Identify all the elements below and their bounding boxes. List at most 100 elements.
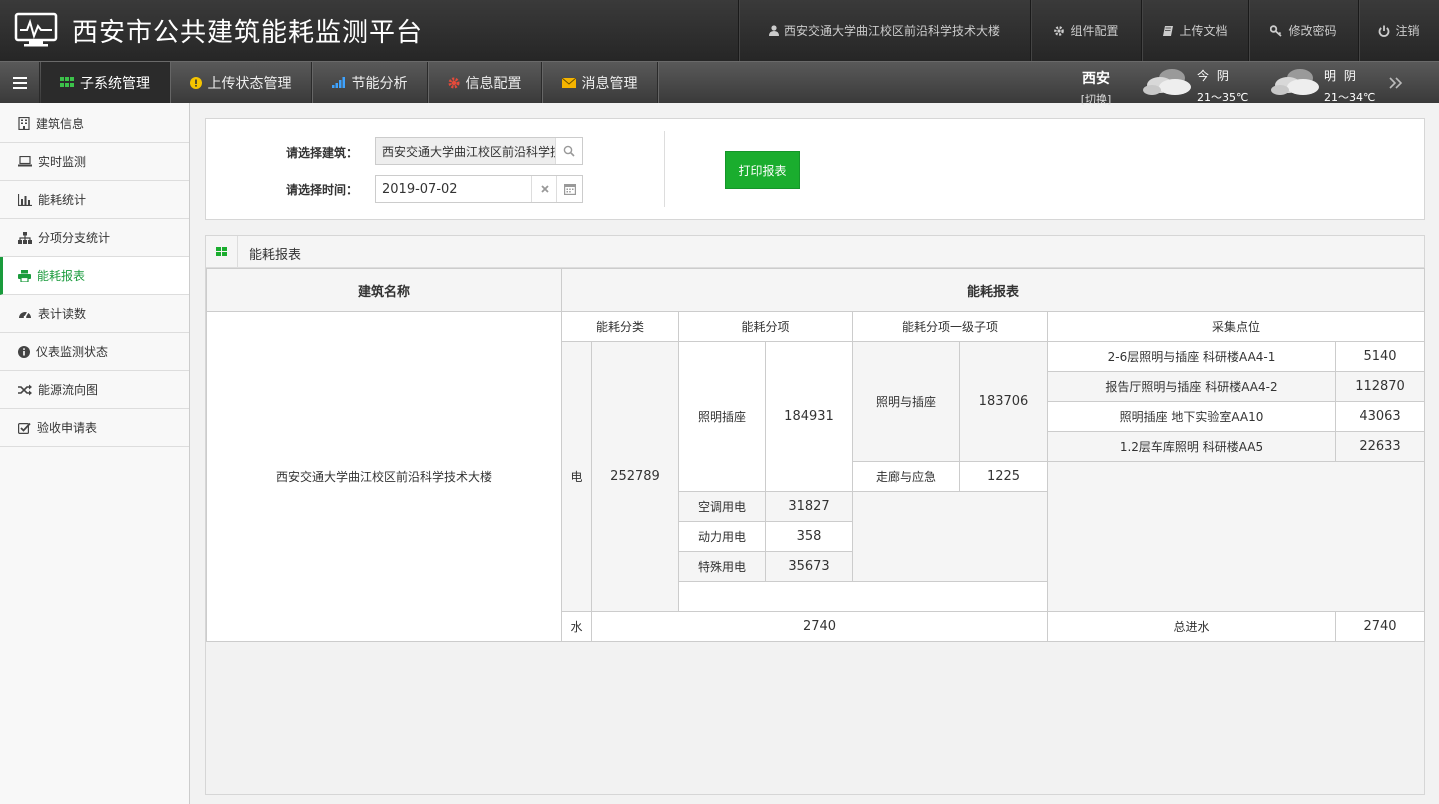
calendar-icon	[563, 184, 576, 195]
weather-today-temp: 21～35℃	[1197, 91, 1249, 104]
close-icon	[540, 185, 549, 193]
water-label: 水	[561, 611, 592, 642]
report-panel-header: 能耗报表	[206, 236, 1424, 268]
point-name: 照明插座 地下实验室AA10	[1047, 401, 1336, 432]
sidebar-item-label: 能耗报表	[37, 269, 86, 283]
date-input[interactable]	[376, 176, 530, 202]
component-config-label: 组件配置	[1070, 24, 1119, 38]
sidebar-item-meter-reading[interactable]: 表计读数	[0, 295, 189, 333]
laptop-icon	[18, 156, 32, 167]
date-picker[interactable]	[375, 175, 583, 203]
grid-icon	[216, 247, 227, 256]
point-value: 22633	[1334, 431, 1426, 462]
tab-info-config[interactable]: 信息配置	[428, 62, 542, 103]
main-menu-bar: 子系统管理 上传状态管理 节能分析 信息配置 消息管理 西安 [切换] 今 阴 …	[0, 61, 1439, 106]
info-circle-icon	[18, 345, 30, 358]
date-calendar-button[interactable]	[556, 176, 582, 202]
power-icon	[1379, 25, 1390, 37]
sidebar-item-sub-item-statistics[interactable]: 分项分支统计	[0, 219, 189, 257]
energy-report-table: 建筑名称 能耗报表 西安交通大学曲江校区前沿科学技术大楼 能耗分类 能耗分项 能…	[206, 268, 1426, 642]
building-input[interactable]	[376, 138, 556, 164]
lighting-label: 照明插座	[678, 341, 766, 492]
header-building-name: 建筑名称	[206, 268, 562, 312]
weather-tomorrow-temp: 21～34℃	[1324, 91, 1376, 104]
sidebar-item-meter-status[interactable]: 仪表监测状态	[0, 333, 189, 371]
special-label: 特殊用电	[678, 551, 766, 582]
point-value: 5140	[1334, 341, 1426, 372]
sidebar-item-building-info[interactable]: 建筑信息	[0, 105, 189, 143]
double-chevron-right-icon[interactable]	[1386, 74, 1406, 92]
time-select-label: 请选择时间：	[286, 183, 359, 197]
signal-bars-icon	[331, 77, 345, 88]
tab-label: 信息配置	[465, 75, 522, 92]
sidebar-item-realtime-monitor[interactable]: 实时监测	[0, 143, 189, 181]
power-value: 358	[765, 521, 853, 552]
menu-toggle-button[interactable]	[0, 62, 40, 103]
water-total: 2740	[591, 611, 1048, 642]
tab-energy-analysis[interactable]: 节能分析	[312, 62, 428, 103]
weather-today-label: 今 阴	[1197, 69, 1231, 83]
monitor-logo-icon	[14, 12, 58, 47]
header-energy-report: 能耗报表	[560, 268, 1426, 312]
tab-label: 子系统管理	[80, 75, 150, 92]
building-select[interactable]	[375, 137, 583, 165]
point-name: 报告厅照明与插座 科研楼AA4-2	[1047, 371, 1336, 402]
print-report-button[interactable]: 打印报表	[725, 151, 800, 189]
point-name: 2-6层照明与插座 科研楼AA4-1	[1047, 341, 1336, 372]
gear-icon	[448, 77, 459, 88]
upload-docs-button[interactable]: 上传文档	[1141, 0, 1248, 61]
building-name-cell: 西安交通大学曲江校区前沿科学技术大楼	[206, 311, 562, 642]
user-icon	[768, 25, 779, 36]
header-collection-point: 采集点位	[1046, 311, 1426, 342]
change-password-label: 修改密码	[1288, 24, 1337, 38]
key-icon	[1270, 24, 1283, 37]
aircon-label: 空调用电	[678, 491, 766, 522]
checkbox-icon	[18, 422, 31, 434]
city-switch-link[interactable]: [切换]	[1074, 91, 1118, 107]
app-title: 西安市公共建筑能耗监测平台	[72, 18, 424, 48]
shuffle-icon	[18, 384, 32, 395]
sidebar-item-acceptance-form[interactable]: 验收申请表	[0, 409, 189, 447]
filter-panel: 请选择建筑： 请选择时间： 打印报表	[205, 118, 1425, 220]
cloud-icon	[1271, 69, 1319, 95]
sidebar-item-label: 能耗统计	[38, 193, 87, 207]
gear-icon	[1054, 25, 1065, 36]
tab-message-management[interactable]: 消息管理	[542, 62, 658, 103]
sidebar-item-energy-report[interactable]: 能耗报表	[0, 257, 189, 295]
building-search-button[interactable]	[555, 138, 582, 164]
power-label: 动力用电	[678, 521, 766, 552]
weather-tomorrow-label: 明 阴	[1324, 69, 1358, 83]
component-config-button[interactable]: 组件配置	[1030, 0, 1141, 61]
date-clear-button[interactable]	[531, 176, 557, 202]
hamburger-icon	[12, 76, 27, 89]
tab-label: 节能分析	[351, 75, 408, 92]
dashboard-icon	[19, 311, 31, 319]
book-icon	[1163, 25, 1174, 36]
city-selector: 西安 [切换]	[1074, 68, 1118, 107]
tab-label: 消息管理	[581, 75, 638, 92]
building-icon	[18, 117, 30, 130]
point-value: 112870	[1334, 371, 1426, 402]
tab-subsystem-management[interactable]: 子系统管理	[41, 62, 170, 103]
current-building-link[interactable]: 西安交通大学曲江校区前沿科学技术大楼	[738, 0, 1030, 61]
logout-label: 注销	[1395, 24, 1420, 38]
table-header-row: 建筑名称 能耗报表	[206, 268, 1426, 312]
city-name: 西安	[1082, 71, 1110, 87]
sidebar-item-energy-flow[interactable]: 能源流向图	[0, 371, 189, 409]
special-value: 35673	[765, 551, 853, 582]
envelope-icon	[561, 77, 576, 88]
change-password-button[interactable]: 修改密码	[1248, 0, 1358, 61]
weather-today: 今 阴 21～35℃	[1142, 65, 1260, 104]
bar-chart-icon	[18, 193, 32, 206]
sidebar-item-label: 仪表监测状态	[36, 345, 109, 359]
current-building-label: 西安交通大学曲江校区前沿科学技术大楼	[783, 24, 1000, 38]
empty-cell	[852, 491, 1048, 582]
sidebar-item-energy-statistics[interactable]: 能耗统计	[0, 181, 189, 219]
logout-button[interactable]: 注销	[1358, 0, 1439, 61]
search-icon	[563, 145, 575, 157]
electric-total: 252789	[591, 341, 679, 612]
sitemap-icon	[18, 231, 32, 244]
header-category: 能耗分类	[561, 311, 679, 342]
tab-upload-status[interactable]: 上传状态管理	[170, 62, 312, 103]
empty-cell	[1046, 461, 1426, 612]
